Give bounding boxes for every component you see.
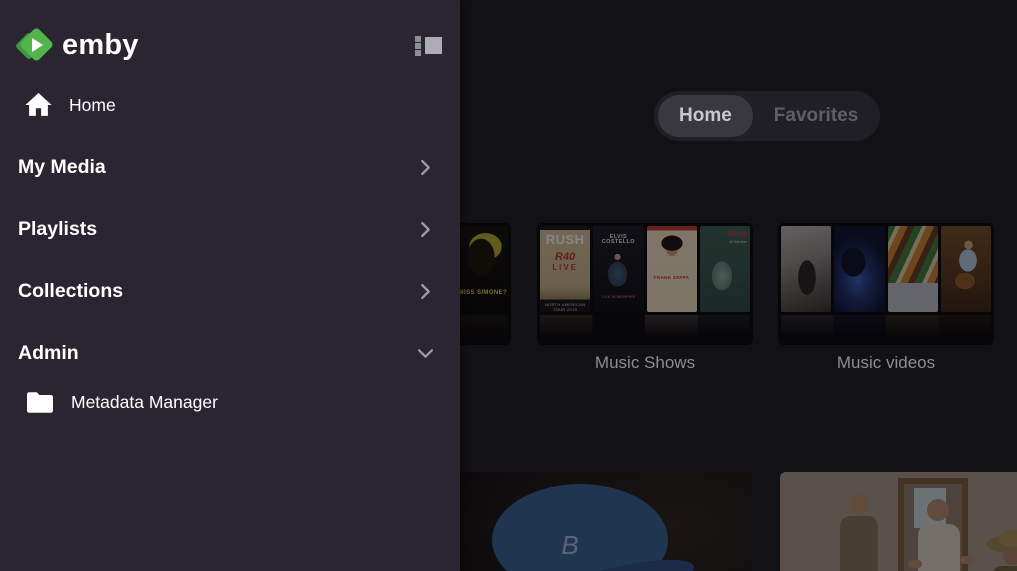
poster-frank-zappa: FRANK ZAPPA (646, 226, 697, 312)
emby-app: Home Favorites MISS SIMONE? RUSH R40 LIV (0, 0, 1017, 571)
chevron-right-icon (417, 159, 434, 176)
sidebar-item-home[interactable]: Home (0, 81, 460, 129)
tile-reflection (781, 315, 991, 342)
poster-footer: NORTH AMERICAN TOUR 2015 (544, 302, 586, 312)
sidebar-section-label: Playlists (18, 217, 98, 240)
sidebar-item-label: Metadata Manager (71, 391, 218, 412)
emby-logo-icon (14, 26, 55, 64)
poster-title: RUSH (545, 231, 585, 247)
poster-guitarist (940, 226, 991, 312)
poster-title: FRANK ZAPPA (654, 274, 690, 280)
tab-favorites[interactable]: Favorites (753, 95, 879, 137)
poster-rush: RUSH R40 LIVE NORTH AMERICAN TOUR 2015 (540, 226, 591, 312)
library-tile-music-shows[interactable]: RUSH R40 LIVE NORTH AMERICAN TOUR 2015 E… (537, 223, 753, 345)
sidebar-item-admin[interactable]: Admin (0, 331, 460, 375)
folder-icon (27, 391, 53, 413)
poster-subtitle: R40 (555, 250, 576, 263)
library-label-music-videos: Music videos (836, 353, 936, 372)
poster-sting: sting ...all this time (699, 226, 750, 312)
media-thumb-baseball-player[interactable]: B (422, 472, 752, 571)
baseball-player-image: B (422, 472, 752, 571)
poster-title: MISS SIMONE? (458, 289, 508, 296)
poster-bw-scene (781, 226, 832, 312)
sidebar-item-my-media[interactable]: My Media (0, 145, 460, 189)
home-favorites-tabs: Home Favorites (654, 91, 880, 141)
sidebar-item-metadata-manager[interactable]: Metadata Manager (0, 378, 460, 426)
home-icon (25, 93, 52, 116)
chevron-down-icon (417, 345, 434, 362)
poster-subtitle: ...all this time (726, 239, 747, 244)
library-label-music-shows: Music Shows (594, 353, 696, 372)
play-icon (32, 38, 43, 52)
poster-striped-art (887, 226, 938, 312)
poster-collage (781, 226, 991, 312)
pin-drawer-button[interactable] (414, 33, 442, 59)
sidebar-section-label: Admin (18, 341, 79, 364)
tile-reflection (540, 315, 750, 342)
library-tile-music-videos[interactable] (778, 223, 994, 345)
poster-title: ELVIS COSTELLO (601, 233, 635, 246)
chevron-right-icon (417, 283, 434, 300)
sidebar-item-label: Home (69, 94, 116, 115)
emby-logo-text: emby (62, 28, 139, 61)
nav-drawer: emby Home My Media Playlists Collections… (0, 0, 460, 571)
emby-logo: emby (14, 26, 139, 64)
poster-blue-scene (834, 226, 885, 312)
sidebar-item-playlists[interactable]: Playlists (0, 207, 460, 251)
media-thumb-room-scene[interactable] (780, 472, 1017, 571)
poster-subtitle: LIVE (552, 262, 579, 272)
chevron-right-icon (417, 221, 434, 238)
cap-letter: B (561, 530, 578, 560)
sidebar-section-label: My Media (18, 155, 106, 178)
room-scene-image (780, 472, 1017, 571)
poster-miss-simone: MISS SIMONE? (457, 226, 508, 312)
poster-title: sting (726, 229, 746, 239)
poster-collage: RUSH R40 LIVE NORTH AMERICAN TOUR 2015 E… (540, 226, 750, 312)
sidebar-item-collections[interactable]: Collections (0, 269, 460, 313)
pin-drawer-icon (425, 37, 442, 54)
poster-subtitle: LIVE IN MEMPHIS (601, 293, 636, 299)
poster-elvis-costello: ELVIS COSTELLO LIVE IN MEMPHIS (593, 226, 644, 312)
sidebar-section-label: Collections (18, 279, 124, 302)
tab-home[interactable]: Home (658, 95, 753, 137)
